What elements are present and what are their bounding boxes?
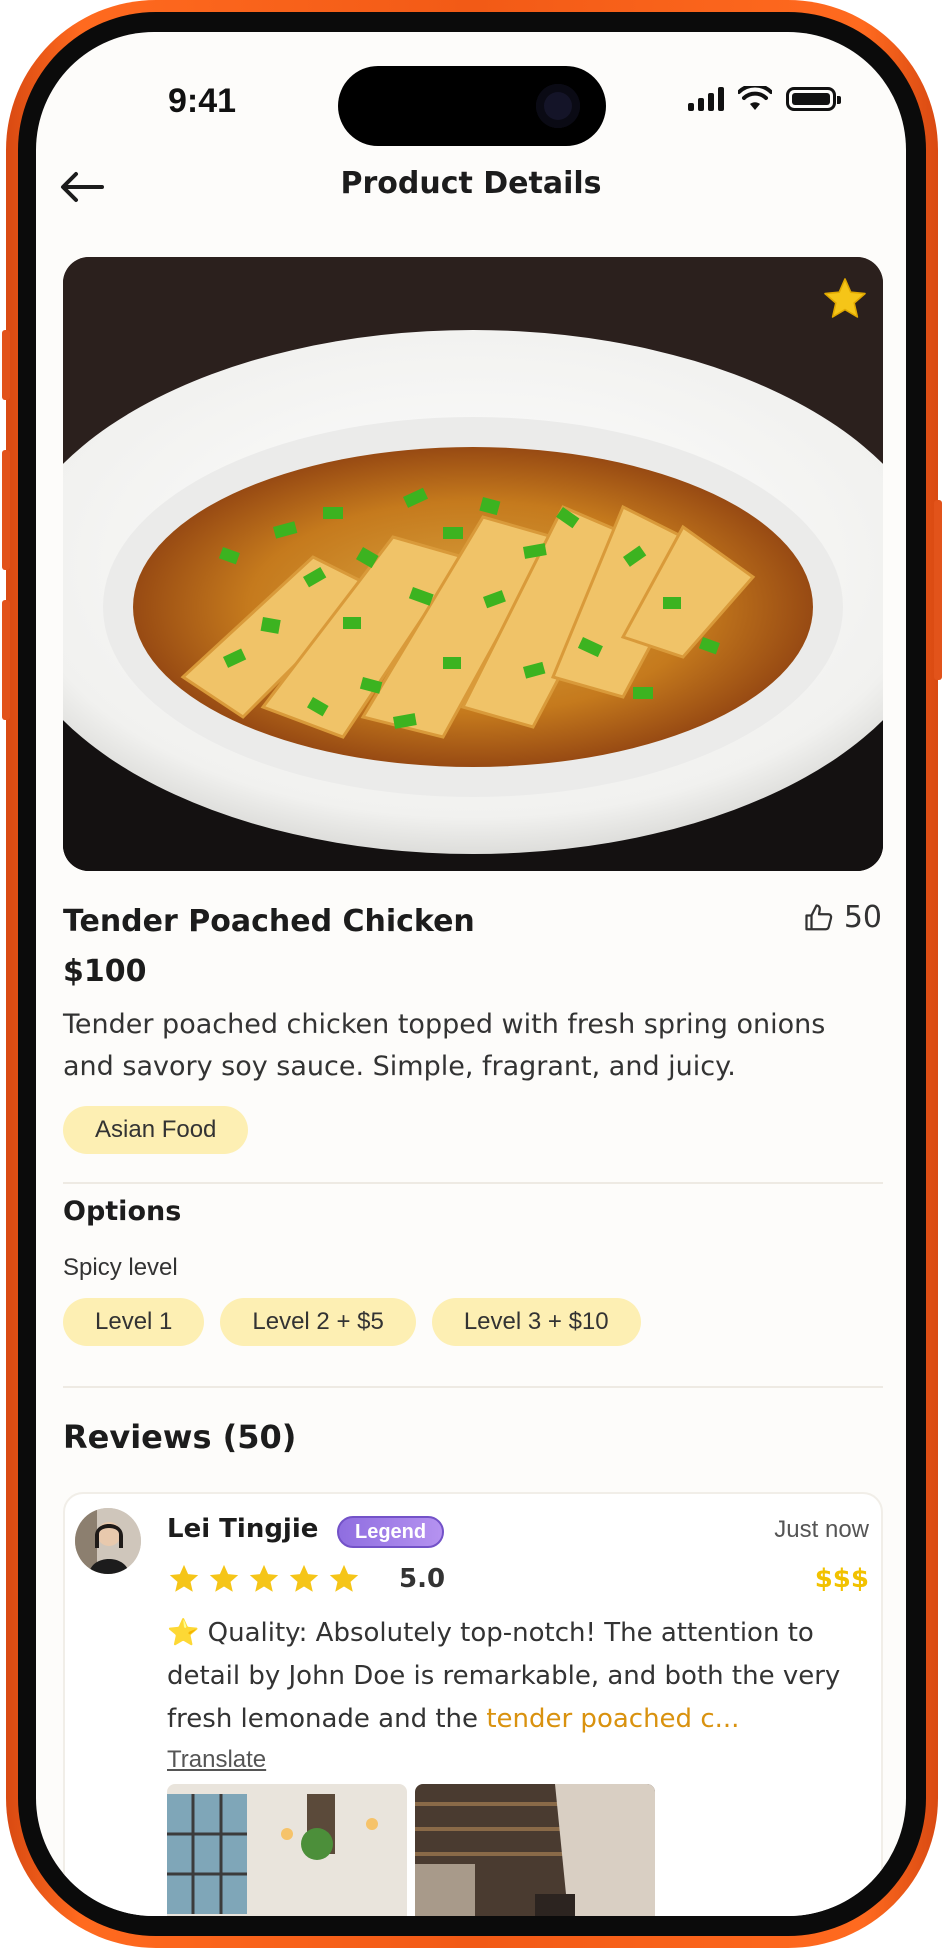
product-price: $100 — [63, 954, 147, 989]
review-card: Lei Tingjie Legend Just now 5.0 $$$ ⭐ Qu… — [63, 1492, 883, 1916]
page-title: Product Details — [340, 166, 602, 201]
spicy-level-1-chip[interactable]: Level 1 — [63, 1298, 205, 1346]
review-rating: 5.0 — [399, 1564, 446, 1594]
star-icon — [289, 1564, 319, 1592]
front-camera — [536, 84, 580, 128]
divider — [63, 1386, 883, 1388]
app-screen: 9:41 Product Details Tender Poached Chic… — [36, 32, 906, 1916]
star-icon — [249, 1564, 279, 1592]
product-description: Tender poached chicken topped with fresh… — [63, 1009, 826, 1082]
wifi-icon — [738, 86, 772, 110]
legend-badge: Legend — [337, 1516, 445, 1548]
review-text: ⭐ Quality: Absolutely top-notch! The att… — [167, 1612, 867, 1741]
review-photo-1[interactable] — [167, 1784, 407, 1916]
cellular-signal-icon — [688, 87, 724, 111]
review-price-level: $$$ — [814, 1564, 869, 1594]
reviewer-name: Lei Tingjie — [167, 1514, 319, 1544]
like-button[interactable]: 50 — [804, 900, 882, 935]
category-tag[interactable]: Asian Food — [63, 1106, 249, 1154]
power-button — [934, 500, 942, 680]
thumbs-up-icon — [805, 903, 833, 930]
divider — [63, 1182, 883, 1184]
spicy-level-3-chip[interactable]: Level 3 + $10 — [431, 1298, 641, 1346]
like-count: 50 — [843, 900, 882, 935]
review-stars — [167, 1562, 361, 1596]
review-dish-link[interactable]: tender poached c... — [486, 1704, 739, 1734]
dynamic-island — [338, 66, 606, 146]
product-image — [63, 257, 883, 871]
star-icon — [169, 1564, 199, 1592]
reviews-title: Reviews (50) — [63, 1418, 297, 1456]
dish-illustration — [63, 257, 883, 871]
spicy-level-options: Level 1 Level 2 + $5 Level 3 + $10 — [63, 1298, 641, 1346]
spicy-level-label: Spicy level — [63, 1254, 178, 1281]
product-name: Tender Poached Chicken — [63, 904, 475, 939]
star-icon — [329, 1564, 359, 1592]
action-button — [2, 330, 10, 400]
reviewer-avatar[interactable] — [75, 1508, 141, 1574]
volume-down-button — [2, 600, 10, 720]
favorite-star-icon[interactable] — [821, 275, 869, 323]
status-time: 9:41 — [168, 82, 237, 120]
spicy-level-2-chip[interactable]: Level 2 + $5 — [220, 1298, 416, 1346]
options-title: Options — [63, 1196, 182, 1227]
status-icons — [688, 86, 841, 112]
battery-icon — [786, 87, 841, 111]
star-icon — [209, 1564, 239, 1592]
review-time: Just now — [774, 1516, 869, 1543]
volume-up-button — [2, 450, 10, 570]
translate-link[interactable]: Translate — [167, 1746, 266, 1774]
review-photo-2[interactable] — [415, 1784, 655, 1916]
